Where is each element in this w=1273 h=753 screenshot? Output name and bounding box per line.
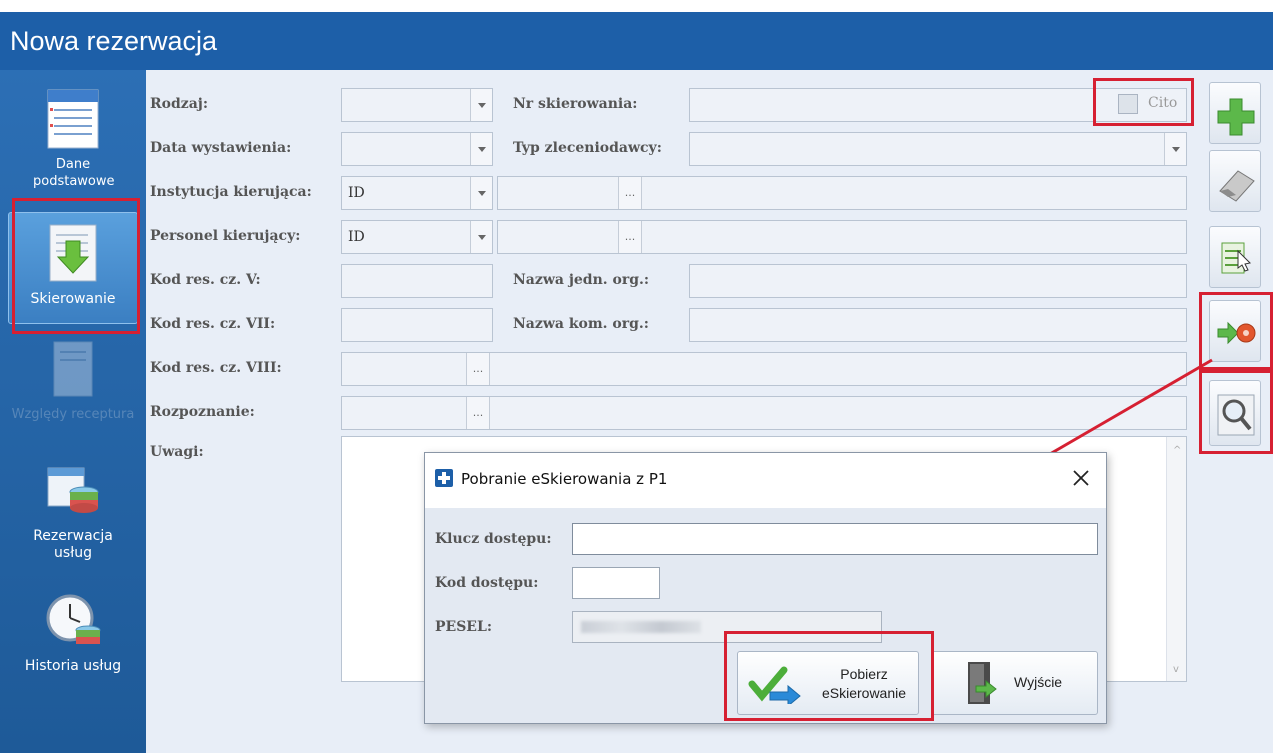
cito-label: Cito (1148, 95, 1178, 111)
instytucja-label: Instytucja kierująca: (150, 184, 312, 200)
download-eskierowanie-dialog: Pobranie eSkierowania z P1 Klucz dostępu… (424, 452, 1107, 724)
dialog-titlebar: Pobranie eSkierowania z P1 (425, 453, 1106, 508)
kod7-label: Kod res. cz. VII: (150, 316, 276, 332)
personel-label: Personel kierujący: (150, 228, 301, 244)
pobierz-button[interactable]: Pobierz eSkierowanie (737, 651, 919, 715)
sidebar-item-wzgledy: Względy receptura (8, 338, 138, 423)
select-list-icon (1221, 242, 1252, 274)
data-wystawienia-label: Data wystawienia: (150, 140, 292, 156)
wyjscie-button[interactable]: Wyjście (931, 651, 1098, 715)
klucz-dostepu-input[interactable] (572, 523, 1098, 555)
personel-id-value: ID (348, 229, 365, 245)
chevron-down-icon[interactable] (470, 177, 492, 209)
database-calendar-icon (42, 460, 104, 522)
personel-name-input[interactable]: ... (497, 220, 1187, 254)
kod5-input[interactable] (341, 264, 493, 298)
close-icon[interactable] (1070, 467, 1092, 489)
scroll-down-icon[interactable]: v (1173, 664, 1179, 675)
data-wystawienia-combo[interactable] (341, 132, 493, 166)
check-arrow-icon (748, 666, 801, 704)
plus-icon (1217, 98, 1255, 136)
instytucja-name-input[interactable]: ... (497, 176, 1187, 210)
wyjscie-label: Wyjście (1014, 674, 1063, 690)
clock-history-icon (42, 590, 104, 652)
window-title: Nowa rezerwacja (0, 12, 1273, 70)
sidebar-item-label: Historia usług (24, 658, 122, 674)
sidebar-item-label: Rezerwacja usług (33, 528, 113, 561)
main-window: Nowa rezerwacja Dane podstawowe Skierowa… (0, 12, 1273, 753)
sidebar-item-historia-uslug[interactable]: Historia usług (8, 590, 138, 675)
typ-zleceniodawcy-combo[interactable] (689, 132, 1187, 166)
typ-zleceniodawcy-label: Typ zleceniodawcy: (513, 140, 662, 156)
nazwa-jedn-label: Nazwa jedn. org.: (513, 272, 650, 288)
nr-skierowania-label: Nr skierowania: (513, 96, 638, 112)
nazwa-kom-input[interactable] (689, 308, 1187, 342)
personel-id-combo[interactable]: ID (341, 220, 493, 254)
chevron-down-icon[interactable] (470, 221, 492, 253)
plus-icon (435, 469, 453, 487)
blurred-value (581, 621, 701, 633)
prescription-icon (42, 338, 104, 400)
instytucja-id-combo[interactable]: ID (341, 176, 493, 210)
kod-dostepu-input[interactable] (572, 567, 660, 599)
cito-checkbox[interactable] (1118, 94, 1138, 114)
download-document-icon (42, 223, 104, 285)
sidebar-item-label: Względy receptura (11, 407, 135, 422)
kod5-label: Kod res. cz. V: (150, 272, 261, 288)
pesel-label: PESEL: (435, 619, 492, 635)
clear-button[interactable] (1209, 150, 1261, 212)
sidebar-item-label: Skierowanie (30, 291, 116, 307)
browse-button[interactable]: ... (466, 353, 490, 385)
nr-skierowania-input[interactable] (689, 88, 1187, 122)
rodzaj-label: Rodzaj: (150, 96, 209, 112)
chevron-down-icon[interactable] (1164, 133, 1186, 165)
browse-button[interactable]: ... (618, 221, 642, 253)
dialog-title: Pobranie eSkierowania z P1 (461, 470, 668, 488)
add-button[interactable] (1209, 82, 1261, 144)
browse-button[interactable]: ... (466, 397, 490, 429)
rozpoznanie-label: Rozpoznanie: (150, 404, 255, 420)
select-button[interactable] (1209, 226, 1261, 288)
chevron-down-icon[interactable] (470, 89, 492, 121)
nazwa-jedn-input[interactable] (689, 264, 1187, 298)
kod7-input[interactable] (341, 308, 493, 342)
nazwa-kom-label: Nazwa kom. org.: (513, 316, 649, 332)
sidebar-item-label: Dane podstawowe (33, 157, 115, 189)
kod-dostepu-label: Kod dostępu: (435, 575, 539, 591)
eraser-icon (1219, 170, 1255, 202)
exit-door-icon (968, 662, 997, 704)
pobierz-line2: eSkierowanie (821, 685, 907, 701)
document-list-icon (42, 88, 104, 150)
klucz-dostepu-label: Klucz dostępu: (435, 531, 552, 547)
browse-button[interactable]: ... (618, 177, 642, 209)
kod8-label: Kod res. cz. VIII: (150, 360, 282, 376)
rodzaj-combo[interactable] (341, 88, 493, 122)
pobierz-line1: Pobierz (840, 666, 888, 682)
chevron-down-icon[interactable] (470, 133, 492, 165)
sidebar-item-rezerwacja-uslug[interactable]: Rezerwacja usług (8, 460, 138, 562)
sidebar-item-dane-podstawowe[interactable]: Dane podstawowe (8, 88, 138, 190)
instytucja-id-value: ID (348, 185, 365, 201)
sidebar-item-skierowanie[interactable]: Skierowanie (8, 212, 138, 324)
pesel-field (572, 611, 882, 643)
sidebar: Dane podstawowe Skierowanie Względy rece… (0, 70, 146, 753)
uwagi-label: Uwagi: (150, 444, 204, 460)
